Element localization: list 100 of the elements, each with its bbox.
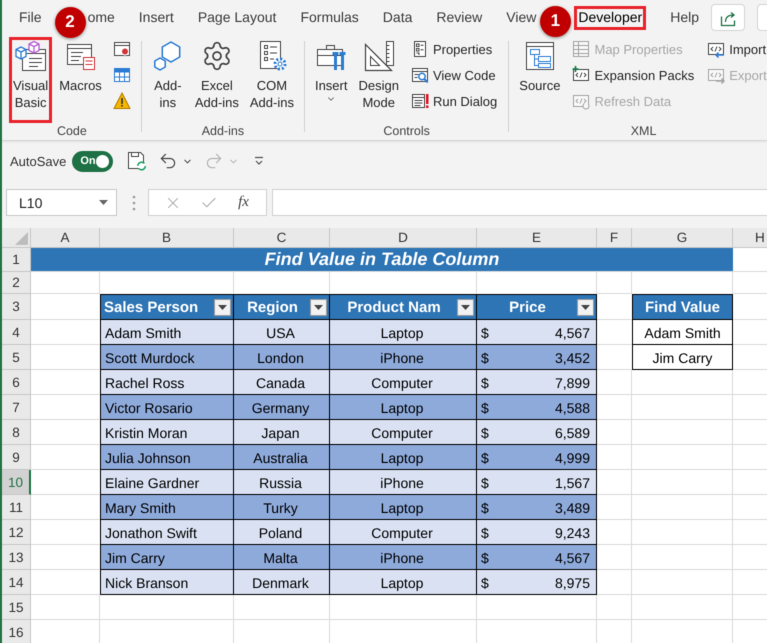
row-header[interactable]: 13 (2, 545, 31, 570)
sheet-cell[interactable] (477, 595, 597, 620)
sheet-cell[interactable] (632, 445, 733, 470)
sheet-cell[interactable] (100, 595, 234, 620)
row-header[interactable]: 1 (2, 248, 31, 272)
row-header[interactable]: 7 (2, 395, 31, 420)
table-cell: Japan (234, 420, 330, 445)
table-cell: Victor Rosario (100, 395, 234, 420)
sheet-cell[interactable] (597, 370, 632, 395)
sheet-cell[interactable] (597, 495, 632, 520)
save-button[interactable] (127, 151, 148, 171)
ribbon-button[interactable]: Import (702, 37, 767, 61)
sheet-cell[interactable] (597, 570, 632, 595)
sheet-cell[interactable] (632, 495, 733, 520)
sheet-cell[interactable] (632, 370, 733, 395)
filter-dropdown-button[interactable] (214, 298, 231, 316)
row-header[interactable]: 6 (2, 370, 31, 395)
row-header[interactable]: 4 (2, 320, 31, 345)
row-header[interactable]: 16 (2, 620, 31, 643)
column-header[interactable]: E (477, 228, 597, 248)
column-header[interactable]: H (733, 228, 767, 248)
sheet-cell[interactable] (597, 272, 632, 294)
sheet-cell[interactable] (632, 520, 733, 545)
ribbon-button[interactable]: Run Dialog (406, 89, 502, 113)
sheet-cell[interactable] (597, 595, 632, 620)
filter-dropdown-button[interactable] (577, 298, 594, 316)
sheet-cell[interactable] (597, 545, 632, 570)
column-header[interactable]: C (234, 228, 330, 248)
column-header[interactable]: B (100, 228, 234, 248)
sheet-cell[interactable] (330, 595, 477, 620)
xml-plus-icon (572, 66, 590, 84)
table-cell: Canada (234, 370, 330, 395)
sheet-cell[interactable] (632, 395, 733, 420)
row-header[interactable]: 2 (2, 272, 31, 294)
name-box[interactable]: L10 (6, 189, 117, 216)
table-cell: Russia (234, 470, 330, 495)
row-header[interactable]: 5 (2, 345, 31, 370)
ribbon-button[interactable]: Add- ins (148, 37, 188, 123)
column-header[interactable]: F (597, 228, 632, 248)
formula-input[interactable] (272, 189, 767, 216)
ribbon-tab[interactable]: ome (88, 9, 115, 26)
row-header[interactable]: 14 (2, 570, 31, 595)
sheet-cell[interactable] (632, 570, 733, 595)
sheet-cell[interactable] (632, 420, 733, 445)
ribbon-button[interactable]: COM Add-ins (246, 37, 298, 123)
group-label: Controls (383, 123, 430, 140)
row-header[interactable]: 3 (2, 294, 31, 320)
customize-button[interactable] (253, 156, 266, 166)
row-header[interactable]: 15 (2, 595, 31, 620)
sheet-cell[interactable] (632, 545, 733, 570)
sheet-cell[interactable] (31, 595, 100, 620)
ribbon-tab[interactable]: Data (382, 9, 412, 26)
ribbon-button[interactable]: View Code (406, 63, 502, 87)
ribbon-button[interactable]: Visual Basic (9, 37, 52, 123)
column-header[interactable]: G (632, 228, 733, 248)
ribbon-button[interactable]: Properties (406, 37, 502, 61)
row-header[interactable]: 10 (2, 470, 31, 495)
filter-dropdown-button[interactable] (457, 298, 474, 316)
ribbon-tab[interactable]: Developer (574, 6, 646, 30)
ribbon-tab[interactable]: Help (670, 9, 699, 26)
ribbon-tab[interactable]: Page Layout (198, 9, 276, 26)
sheet-cell[interactable] (597, 470, 632, 495)
ribbon-button[interactable]: Design Mode (354, 37, 403, 123)
row-header[interactable]: 9 (2, 445, 31, 470)
row-header[interactable]: 11 (2, 495, 31, 520)
column-header[interactable]: A (31, 228, 100, 248)
sheet-cell[interactable] (597, 420, 632, 445)
ribbon-tab[interactable]: File (19, 9, 42, 26)
ribbon-button[interactable]: Source (515, 37, 564, 123)
sheet-cell[interactable] (31, 272, 100, 294)
row-header[interactable]: 8 (2, 420, 31, 445)
ribbon-tab[interactable]: Formulas (300, 9, 359, 26)
heading-text: Product Nam (346, 298, 442, 316)
autosave-toggle[interactable]: On (72, 150, 114, 172)
ribbon-button[interactable]: Excel Add-ins (190, 37, 243, 123)
sheet-cell[interactable] (234, 595, 330, 620)
insert-function-button[interactable]: fx (236, 194, 251, 211)
row-header[interactable]: 12 (2, 520, 31, 545)
table-cell: Computer (330, 370, 477, 395)
sheet-cell[interactable] (597, 395, 632, 420)
ribbon-button[interactable]: Expansion Packs (567, 63, 700, 87)
filter-dropdown-button[interactable] (310, 298, 327, 316)
ribbon-button[interactable]: Insert (310, 37, 352, 123)
ribbon-tab[interactable]: View (506, 9, 536, 26)
sheet-cell[interactable] (632, 595, 733, 620)
ribbon-tab[interactable]: Insert (138, 9, 174, 26)
heading-text: Region (246, 298, 299, 316)
table-cell: Elaine Gardner (100, 470, 234, 495)
undo-button[interactable] (158, 151, 194, 171)
share-button[interactable] (711, 4, 745, 31)
sheet-cell[interactable] (632, 470, 733, 495)
table-cell: Jonathon Swift (100, 520, 234, 545)
sheet-cell[interactable] (597, 445, 632, 470)
caret-down-icon (99, 200, 108, 205)
heading-text: Price (508, 298, 547, 316)
ribbon-tab[interactable]: Review (436, 9, 482, 26)
column-header[interactable]: D (330, 228, 477, 248)
ribbon-button[interactable]: Macros (55, 37, 106, 123)
sheet-cell[interactable] (597, 520, 632, 545)
select-all-corner[interactable] (2, 228, 31, 248)
